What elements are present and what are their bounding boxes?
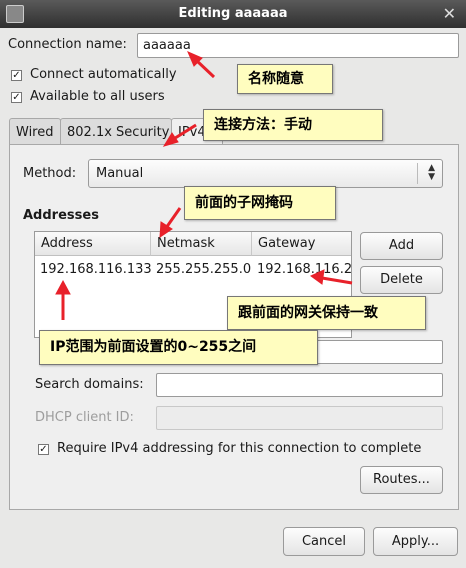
arrow-to-address-cell — [55, 279, 71, 320]
arrow-to-method-tab — [162, 123, 197, 147]
arrow-to-name-field — [187, 51, 216, 79]
annotation-arrows — [55, 51, 353, 320]
arrow-to-gateway-cell — [310, 269, 353, 285]
arrow-to-netmask-column — [159, 207, 182, 238]
